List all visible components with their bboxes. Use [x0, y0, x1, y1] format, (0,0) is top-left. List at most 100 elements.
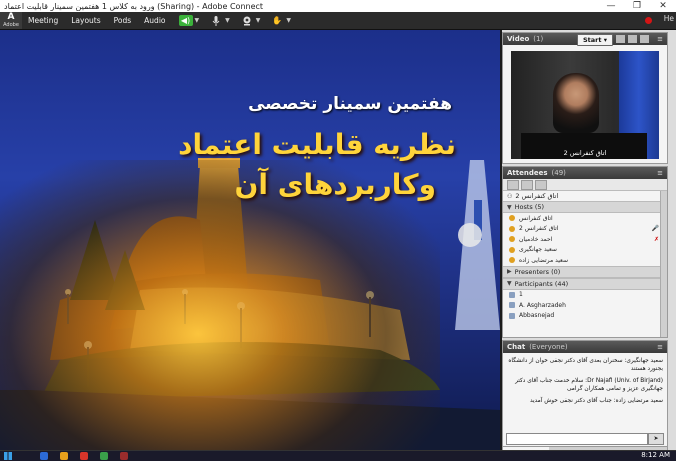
pod-menu-icon[interactable]: ≡ — [657, 169, 663, 177]
chevron-down-icon[interactable]: ▼ — [507, 280, 512, 287]
user-icon — [509, 215, 515, 222]
chat-message: سعید مرتضایی زاده: جناب آقای دکتر نجفی خ… — [529, 398, 663, 404]
list-item[interactable]: سعید جهانگیری — [503, 245, 667, 256]
attendee-name: اتاق کنفرانس 2 — [519, 225, 559, 233]
participants-group[interactable]: ▼ Participants (44) — [503, 277, 667, 290]
maximize-button[interactable]: ❐ — [624, 1, 650, 11]
chevron-down-icon[interactable]: ▼ — [225, 17, 230, 24]
adobe-logo-letter: A — [7, 12, 15, 22]
speaker-control[interactable]: ◀) ▼ — [178, 15, 200, 26]
attendees-scrollbar[interactable] — [660, 191, 667, 337]
attendees-pod-title: Attendees — [507, 169, 548, 177]
pod-menu-icon[interactable]: ≡ — [657, 343, 663, 351]
chat-pod-header: Chat (Everyone) ≡ — [503, 341, 667, 353]
list-view-icon[interactable] — [507, 179, 519, 190]
attendees-count: (49) — [551, 169, 566, 177]
adobe-logo: A Adobe — [0, 12, 22, 29]
attendee-name: احمد خادمیان — [519, 235, 553, 243]
webcam-icon[interactable] — [240, 15, 254, 26]
room-icon: ⚇ — [507, 192, 513, 200]
hand-icon[interactable]: ✋ — [270, 15, 284, 26]
start-video-label: Start — [582, 36, 602, 44]
app-icon[interactable] — [100, 452, 108, 460]
start-video-button[interactable]: Start ▾ — [576, 34, 613, 46]
chrome-icon[interactable] — [80, 452, 88, 460]
chevron-down-icon[interactable]: ▼ — [256, 17, 261, 24]
chat-message: Dr Najafi (Univ. of Birjand): سلام خدمت … — [515, 378, 663, 392]
adobe-connect-icon[interactable] — [120, 452, 128, 460]
attendee-name: 1 — [519, 291, 523, 299]
slide-title-line1: نظریه قابلیت اعتماد — [178, 128, 456, 161]
menu-layouts[interactable]: Layouts — [71, 16, 100, 25]
breakout-icon[interactable] — [521, 179, 533, 190]
slide-title-line2: وکاربردهای آن — [234, 168, 436, 201]
chevron-down-icon[interactable]: ▼ — [286, 17, 291, 24]
browser-icon[interactable] — [40, 452, 48, 460]
chevron-right-icon[interactable]: ▶ — [507, 268, 512, 275]
filmstrip-view-icon[interactable] — [628, 35, 637, 43]
webcam-control[interactable]: ▼ — [240, 15, 261, 26]
hosts-group[interactable]: ▼ Hosts (5) — [503, 201, 667, 213]
close-button[interactable]: ✕ — [650, 1, 676, 11]
minimize-button[interactable]: — — [598, 1, 624, 11]
taskbar-apps — [40, 452, 128, 460]
microphone-icon: 🎤 — [651, 225, 659, 233]
slide-glow — [0, 160, 440, 450]
list-item[interactable]: احمد خادمیان ✗ — [503, 234, 667, 245]
attendee-name: سعید جهانگیری — [519, 246, 557, 254]
user-icon — [509, 291, 515, 298]
fullscreen-icon[interactable] — [640, 35, 649, 43]
user-icon — [509, 246, 515, 253]
slide-subtitle: هفتمین سمینار تخصصی — [248, 94, 452, 114]
menu-meeting[interactable]: Meeting — [28, 16, 58, 25]
video-caption: اتاق کنفرانس 2 — [563, 149, 607, 157]
microphone-icon[interactable] — [209, 15, 223, 26]
status-icon[interactable] — [535, 179, 547, 190]
hosts-label: Hosts (5) — [514, 203, 545, 211]
video-layout-icons — [616, 35, 649, 43]
record-icon[interactable] — [645, 17, 652, 24]
list-item[interactable]: سعید مرتضایی زاده — [503, 255, 667, 266]
video-count: (1) — [533, 35, 544, 43]
room-name: اتاق کنفرانس 2 — [515, 192, 559, 200]
windows-start-icon[interactable] — [4, 452, 12, 460]
user-icon — [509, 312, 515, 319]
list-item[interactable]: 1 — [503, 290, 667, 301]
muted-microphone-icon: ✗ — [653, 235, 659, 243]
microphone-control[interactable]: ▼ — [209, 15, 230, 26]
attendee-name: Abbasnejad — [519, 312, 555, 320]
user-icon — [509, 302, 515, 309]
menu-bar: A Adobe Meeting Layouts Pods Audio ◀) ▼ … — [0, 12, 676, 30]
adobe-logo-text: Adobe — [3, 22, 19, 28]
chevron-down-icon[interactable]: ▼ — [507, 204, 512, 211]
attendee-name: اتاق کنفرانس — [519, 214, 553, 222]
attendee-name: A. Asgharzadeh — [519, 301, 566, 309]
send-icon[interactable]: ➤ — [648, 433, 664, 445]
menu-pods[interactable]: Pods — [114, 16, 132, 25]
attendees-toolbar — [503, 179, 667, 191]
chat-input[interactable] — [506, 433, 648, 445]
participants-label: Participants (44) — [514, 279, 569, 288]
taskbar: 8:12 AM — [0, 450, 676, 461]
list-item[interactable]: اتاق کنفرانس 2 🎤 — [503, 224, 667, 235]
presenters-group[interactable]: ▶ Presenters (0) — [503, 265, 667, 278]
folder-icon[interactable] — [60, 452, 68, 460]
user-icon — [509, 225, 515, 232]
user-icon — [509, 257, 515, 264]
chevron-down-icon[interactable]: ▼ — [195, 17, 200, 24]
user-icon — [509, 236, 515, 243]
raise-hand-control[interactable]: ✋ ▼ — [270, 15, 291, 26]
list-item[interactable]: A. Asgharzadeh — [503, 300, 667, 311]
pod-menu-icon[interactable]: ≡ — [657, 35, 663, 43]
room-label: ⚇ اتاق کنفرانس 2 — [503, 191, 667, 201]
grid-view-icon[interactable] — [616, 35, 625, 43]
help-menu[interactable]: He — [664, 14, 674, 23]
chat-messages: سعید جهانگیری: سخنران بعدی آقای دکتر نجف… — [503, 353, 667, 405]
window-title: ورود به کلاس 1 هفتمین سمینار قابلیت اعتم… — [4, 1, 264, 11]
attendees-pod-header: Attendees (49) ≡ — [503, 167, 667, 179]
video-feed: اتاق کنفرانس 2 — [511, 51, 659, 159]
list-item[interactable]: اتاق کنفرانس — [503, 213, 667, 224]
speaker-icon[interactable]: ◀) — [178, 15, 193, 26]
list-item[interactable]: Abbasnejad — [503, 311, 667, 322]
menu-audio[interactable]: Audio — [144, 16, 165, 25]
